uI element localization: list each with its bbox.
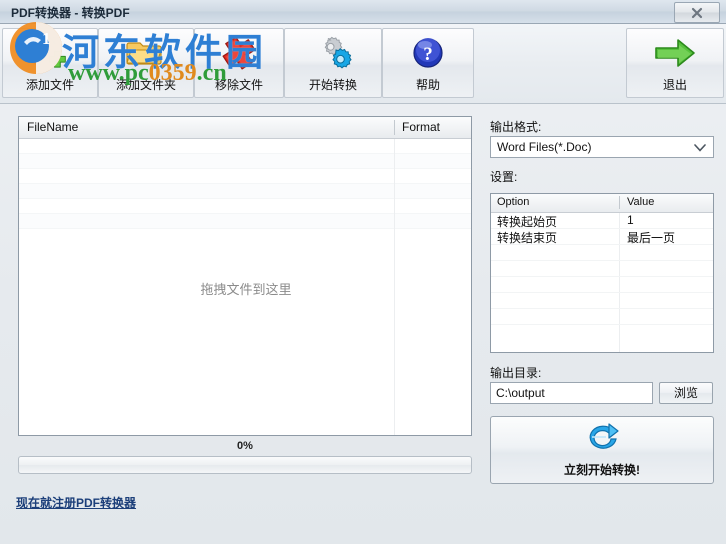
file-list[interactable]: FileName Format 拖拽文件到这里	[18, 116, 472, 436]
column-header-filename[interactable]: FileName	[27, 120, 78, 134]
convert-now-button[interactable]: 立刻开始转换!	[490, 416, 714, 484]
toolbar: 添加文件 添加文件夹 移除文件 开始转换 ? 帮助 退出	[0, 24, 726, 104]
file-list-row	[19, 214, 471, 229]
exit-label: 退出	[662, 78, 687, 92]
settings-row-end-page[interactable]: 转换结束页 最后一页	[491, 229, 713, 245]
output-format-label: 输出格式:	[490, 120, 542, 134]
start-convert-button[interactable]: 开始转换	[284, 28, 382, 98]
settings-table-body: 转换起始页 1 转换结束页 最后一页	[491, 213, 713, 352]
file-list-row	[19, 199, 471, 214]
add-folder-label: 添加文件夹	[115, 78, 176, 92]
chevron-down-icon	[694, 144, 706, 152]
title-bar: PDF转换器 - 转换PDF	[0, 0, 726, 24]
drop-files-hint: 拖拽文件到这里	[200, 282, 292, 297]
file-list-row	[19, 154, 471, 169]
add-file-icon	[29, 31, 71, 75]
file-list-column-line	[394, 139, 395, 435]
remove-file-button[interactable]: 移除文件	[194, 28, 284, 98]
progress-percent-label: 0%	[237, 440, 253, 452]
add-folder-button[interactable]: 添加文件夹	[98, 28, 194, 98]
output-format-select[interactable]: Word Files(*.Doc)	[490, 136, 714, 158]
settings-option-value[interactable]: 1	[627, 213, 634, 227]
settings-column-value[interactable]: Value	[627, 196, 654, 208]
blue-refresh-arrow-icon	[582, 422, 622, 459]
settings-row-empty	[491, 277, 713, 293]
settings-row-empty	[491, 309, 713, 325]
progress-bar	[18, 456, 472, 474]
file-list-row	[19, 184, 471, 199]
settings-label: 设置:	[490, 170, 518, 184]
column-divider[interactable]	[394, 120, 395, 135]
settings-row-empty	[491, 293, 713, 309]
window-title: PDF转换器 - 转换PDF	[11, 6, 130, 20]
settings-row-empty	[491, 261, 713, 277]
settings-row-start-page[interactable]: 转换起始页 1	[491, 213, 713, 229]
close-icon	[691, 7, 703, 18]
file-list-row	[19, 169, 471, 184]
settings-row-empty	[491, 245, 713, 261]
register-link[interactable]: 现在就注册PDF转换器	[16, 494, 136, 511]
application-window: PDF转换器 - 转换PDF 添加文件 添加文件夹 移除文件 开始转换 ? 帮助…	[0, 0, 726, 544]
output-format-value: Word Files(*.Doc)	[497, 140, 592, 154]
exit-button[interactable]: 退出	[626, 28, 724, 98]
help-button[interactable]: ? 帮助	[382, 28, 474, 98]
file-list-body[interactable]: 拖拽文件到这里	[19, 139, 471, 435]
remove-file-label: 移除文件	[214, 78, 263, 92]
remove-file-icon	[220, 31, 258, 75]
settings-column-option[interactable]: Option	[497, 196, 529, 208]
help-icon: ?	[410, 31, 446, 75]
green-arrow-right-icon	[652, 31, 698, 75]
settings-option-value[interactable]: 最后一页	[627, 229, 675, 246]
settings-option-label: 转换结束页	[497, 231, 558, 245]
svg-text:?: ?	[423, 44, 433, 65]
close-button[interactable]	[674, 2, 720, 23]
convert-now-label: 立刻开始转换!	[564, 463, 640, 477]
gears-icon	[314, 31, 352, 75]
add-file-label: 添加文件	[25, 78, 74, 92]
add-folder-icon	[125, 31, 167, 75]
column-header-format[interactable]: Format	[402, 120, 440, 134]
settings-option-label: 转换起始页	[497, 215, 558, 229]
file-list-header: FileName Format	[19, 117, 471, 139]
start-convert-label: 开始转换	[308, 78, 357, 92]
add-file-button[interactable]: 添加文件	[2, 28, 98, 98]
output-directory-input[interactable]: C:\output	[490, 382, 653, 404]
settings-table-header: Option Value	[491, 194, 713, 213]
browse-button[interactable]: 浏览	[659, 382, 713, 404]
output-directory-label: 输出目录:	[490, 366, 542, 380]
settings-table[interactable]: Option Value 转换起始页 1 转换结束页 最后一页	[490, 193, 714, 353]
file-list-row	[19, 139, 471, 154]
settings-column-divider[interactable]	[619, 196, 620, 209]
help-label: 帮助	[415, 78, 440, 92]
